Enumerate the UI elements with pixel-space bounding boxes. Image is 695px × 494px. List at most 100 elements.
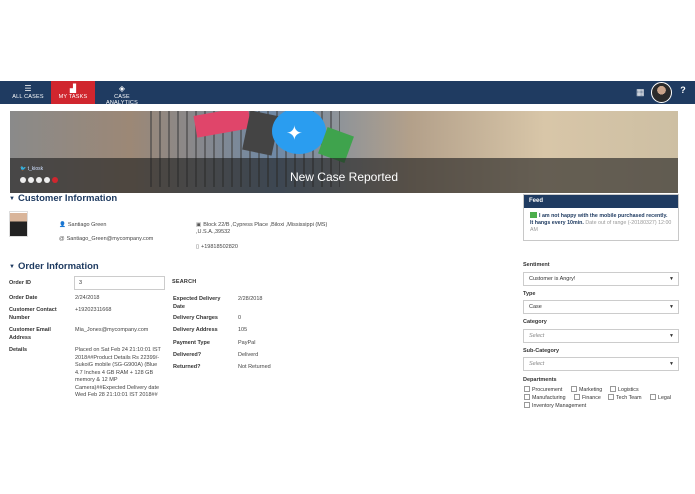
department-label: Inventory Management bbox=[532, 403, 587, 409]
departments-label: Departments bbox=[523, 377, 557, 383]
department-label: Procurement bbox=[532, 387, 563, 393]
category-select[interactable]: Select ▼ bbox=[523, 329, 679, 343]
help-icon[interactable]: ? bbox=[677, 85, 689, 100]
category-placeholder: Select bbox=[529, 333, 545, 339]
caret-down-icon: ▼ bbox=[669, 333, 674, 339]
payment-type-value: PayPal bbox=[238, 340, 256, 346]
tab-label: ALL CASES bbox=[12, 94, 44, 100]
checkbox[interactable] bbox=[524, 386, 530, 392]
department-label: Manufacturing bbox=[532, 395, 566, 401]
order-id-input[interactable]: 3 bbox=[74, 276, 165, 290]
phone-icon: ▯ bbox=[196, 244, 200, 250]
feed-panel: Feed I am not happy with the mobile purc… bbox=[523, 194, 679, 241]
caret-down-icon: ▼ bbox=[669, 361, 674, 367]
carousel-dot[interactable] bbox=[20, 177, 26, 183]
customer-photo bbox=[9, 211, 28, 237]
at-icon: @ bbox=[59, 236, 65, 242]
carousel-dot[interactable] bbox=[28, 177, 34, 183]
checkbox[interactable] bbox=[608, 394, 614, 400]
sentiment-label: Sentiment bbox=[523, 262, 550, 268]
banner-overlay: New Case Reported bbox=[10, 158, 678, 193]
department-checkbox[interactable]: Procurement bbox=[524, 386, 562, 394]
checkbox[interactable] bbox=[574, 394, 580, 400]
twitter-handle-link[interactable]: 🐦 t_kiosk bbox=[20, 166, 43, 172]
carousel-dots bbox=[20, 177, 60, 185]
customer-email: @ Santiago_Green@mycompany.com bbox=[59, 236, 153, 243]
top-nav-bar: ☰ ALL CASES ▟ MY TASKS ◈ CASE ANALYTICS … bbox=[0, 81, 695, 106]
department-checkbox[interactable]: Inventory Management bbox=[524, 402, 586, 410]
tab-case-analytics[interactable]: ◈ CASE ANALYTICS bbox=[98, 81, 146, 106]
department-label: Finance bbox=[582, 395, 601, 401]
customer-section-title[interactable]: ▼ Customer Information bbox=[9, 193, 117, 204]
department-checkbox[interactable]: Finance bbox=[574, 394, 601, 402]
department-checkbox[interactable]: Manufacturing bbox=[524, 394, 566, 402]
carousel-dot[interactable] bbox=[44, 177, 50, 183]
contact-label: Customer Contact Number bbox=[9, 307, 57, 321]
avatar[interactable] bbox=[651, 82, 672, 103]
department-checkbox[interactable]: Legal bbox=[650, 394, 671, 402]
delivered-label: Delivered? bbox=[173, 352, 202, 358]
banner-title: New Case Reported bbox=[289, 170, 399, 184]
chart-icon: ▟ bbox=[69, 84, 77, 93]
delivery-charges-label: Delivery Charges bbox=[173, 315, 218, 321]
department-label: Marketing bbox=[579, 387, 603, 393]
person-icon: 👤 bbox=[59, 222, 66, 228]
sentiment-select[interactable]: Customer is Angry! ▼ bbox=[523, 272, 679, 286]
department-label: Legal bbox=[658, 395, 671, 401]
checkbox[interactable] bbox=[571, 386, 577, 392]
subcategory-placeholder: Select bbox=[529, 361, 545, 367]
checkbox[interactable] bbox=[524, 402, 530, 408]
delivery-charges-value: 0 bbox=[238, 315, 242, 321]
order-section-title[interactable]: ▼ Order Information bbox=[9, 261, 99, 272]
details-label: Details bbox=[9, 347, 28, 353]
sentiment-value: Customer is Angry! bbox=[529, 276, 576, 282]
twitter-bird-icon: ✦ bbox=[286, 123, 303, 145]
feed-item[interactable]: I am not happy with the mobile purchased… bbox=[524, 208, 678, 239]
type-select[interactable]: Case ▼ bbox=[523, 300, 679, 314]
tab-label: CASE ANALYTICS bbox=[106, 94, 138, 106]
contact-value: +19202311668 bbox=[75, 307, 112, 313]
order-date-value: 2/24/2018 bbox=[75, 295, 100, 301]
department-label: Tech Team bbox=[616, 395, 642, 401]
case-banner: ✦ New Case Reported 🐦 t_kiosk bbox=[10, 111, 678, 193]
returned-label: Returned? bbox=[173, 364, 201, 370]
checkbox[interactable] bbox=[524, 394, 530, 400]
customer-phone: ▯ +19818502820 bbox=[196, 244, 238, 251]
delivered-value: Deliverd bbox=[238, 352, 259, 358]
feed-status-icon bbox=[530, 212, 537, 218]
subcategory-select[interactable]: Select ▼ bbox=[523, 357, 679, 371]
customer-name: 👤 Santiago Green bbox=[59, 222, 106, 229]
payment-type-label: Payment Type bbox=[173, 340, 210, 346]
department-label: Logistics bbox=[618, 387, 639, 393]
expected-delivery-value: 2/28/2018 bbox=[238, 296, 263, 302]
carousel-dot[interactable] bbox=[52, 177, 58, 183]
address-card-icon: ▣ bbox=[196, 222, 202, 228]
customer-address-text: Block 22/B ,Cypress Place ,Biloxi ,Missi… bbox=[196, 222, 328, 235]
carousel-dot[interactable] bbox=[36, 177, 42, 183]
customer-email-text: Santiago_Green@mycompany.com bbox=[66, 236, 154, 242]
returned-value: Not Returned bbox=[238, 364, 271, 370]
apps-grid-icon[interactable]: ▦ bbox=[636, 87, 646, 97]
category-label: Category bbox=[523, 319, 547, 325]
section-title-text: Customer Information bbox=[17, 193, 118, 204]
list-icon: ☰ bbox=[24, 84, 32, 93]
customer-address: ▣ Block 22/B ,Cypress Place ,Biloxi ,Miss… bbox=[196, 222, 331, 236]
checkbox[interactable] bbox=[610, 386, 616, 392]
order-id-label: Order ID bbox=[9, 280, 32, 286]
department-checkbox[interactable]: Logistics bbox=[610, 386, 639, 394]
tab-label: MY TASKS bbox=[58, 94, 88, 100]
order-date-label: Order Date bbox=[9, 295, 38, 301]
department-checkbox[interactable]: Tech Team bbox=[608, 394, 642, 402]
tab-all-cases[interactable]: ☰ ALL CASES bbox=[8, 81, 48, 104]
expected-delivery-label: Expected Delivery Date bbox=[173, 296, 221, 310]
tab-my-tasks[interactable]: ▟ MY TASKS bbox=[51, 81, 95, 104]
checkbox[interactable] bbox=[650, 394, 656, 400]
diamond-icon: ◈ bbox=[118, 84, 126, 93]
details-value: Placed on Sat Feb 24 21:10:01 IST 2018##… bbox=[75, 347, 161, 398]
department-checkbox[interactable]: Marketing bbox=[571, 386, 602, 394]
delivery-address-label: Delivery Address bbox=[173, 327, 218, 333]
search-button[interactable]: SEARCH bbox=[172, 279, 196, 285]
email-value: Mia_Jones@mycompany.com bbox=[75, 327, 149, 333]
caret-down-icon: ▼ bbox=[669, 304, 674, 310]
delivery-address-value: 105 bbox=[238, 327, 248, 333]
